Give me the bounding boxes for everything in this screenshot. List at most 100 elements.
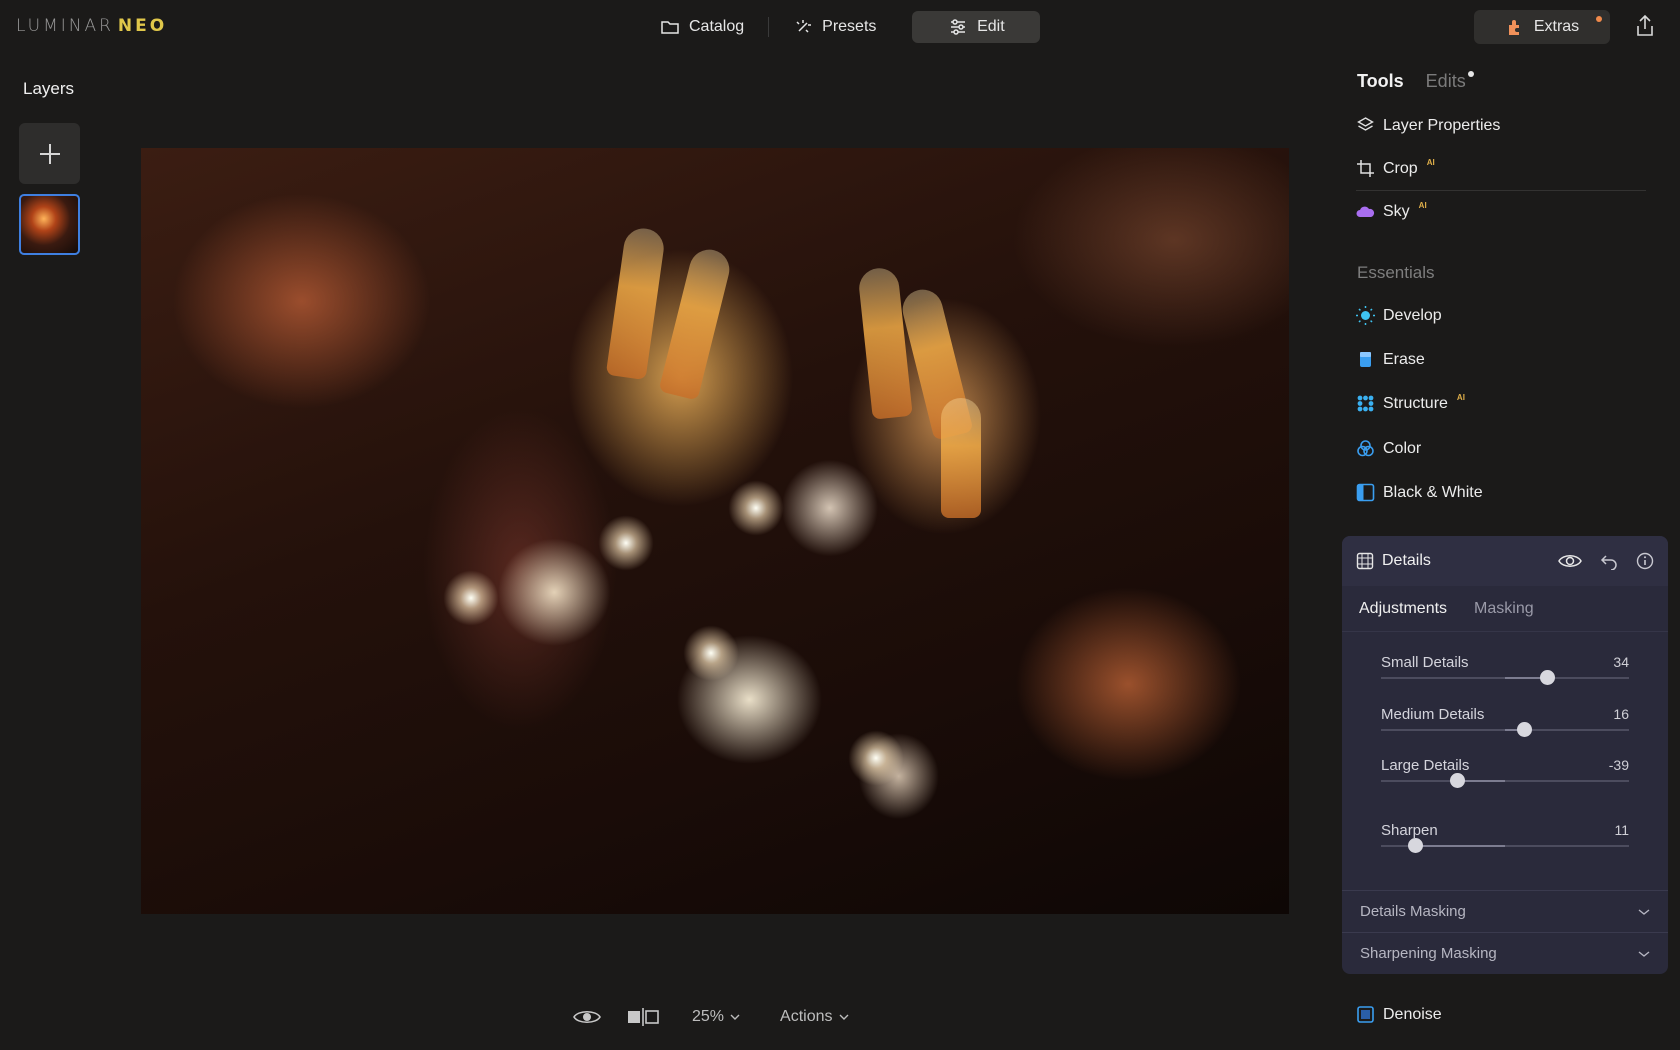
- nav-presets-button[interactable]: Presets: [769, 11, 900, 43]
- tab-edits[interactable]: Edits: [1425, 71, 1474, 92]
- visibility-eye-icon[interactable]: [1558, 553, 1582, 569]
- slider-label: Small Details: [1381, 654, 1469, 671]
- subtab-masking[interactable]: Masking: [1474, 600, 1534, 618]
- small-details-slider[interactable]: Small Details 34: [1381, 654, 1629, 685]
- tool-erase[interactable]: Erase: [1356, 350, 1425, 369]
- sparkle-wand-icon: [796, 20, 812, 33]
- nav-catalog-label: Catalog: [689, 18, 745, 35]
- tool-color[interactable]: Color: [1356, 439, 1421, 458]
- extras-label: Extras: [1533, 18, 1580, 35]
- tool-black-white[interactable]: Black & White: [1356, 483, 1483, 502]
- slider-knob[interactable]: [1517, 722, 1533, 737]
- eye-icon[interactable]: [572, 1007, 602, 1027]
- edits-indicator-dot: [1467, 71, 1474, 77]
- tool-sky[interactable]: Sky AI: [1356, 201, 1427, 221]
- actions-dropdown[interactable]: Actions: [780, 1008, 848, 1026]
- photo-element: [596, 513, 656, 573]
- slider-track[interactable]: [1381, 838, 1629, 853]
- photo-element: [658, 245, 734, 401]
- layers-icon: [1356, 116, 1375, 135]
- eraser-icon: [1356, 350, 1375, 369]
- large-details-slider[interactable]: Large Details -39: [1381, 757, 1629, 788]
- bottom-toolbar: 25% Actions: [572, 1006, 849, 1028]
- sharpen-slider[interactable]: Sharpen 11: [1381, 822, 1629, 853]
- photo-element: [941, 398, 981, 518]
- details-subtabs: Adjustments Masking: [1342, 586, 1668, 632]
- extras-notification-dot: [1596, 16, 1602, 22]
- slider-value: 16: [1613, 706, 1629, 722]
- chevron-down-icon: [1638, 908, 1650, 915]
- slider-knob[interactable]: [1408, 838, 1424, 853]
- chevron-down-icon: [730, 1014, 740, 1020]
- ai-badge: AI: [1456, 393, 1465, 402]
- slider-value: -39: [1608, 757, 1629, 773]
- tool-structure[interactable]: Structure AI: [1356, 393, 1465, 413]
- sliders-icon: [951, 19, 966, 35]
- slider-label: Large Details: [1381, 757, 1470, 774]
- photo-element: [857, 266, 913, 420]
- tab-tools[interactable]: Tools: [1357, 71, 1404, 92]
- zoom-dropdown[interactable]: 25%: [692, 1008, 740, 1026]
- nav-edit-button[interactable]: Edit: [912, 11, 1041, 43]
- reset-undo-icon[interactable]: [1600, 552, 1618, 570]
- share-icon[interactable]: [1634, 14, 1656, 38]
- sun-icon: [1356, 306, 1375, 325]
- main-nav: Catalog Presets Edit: [636, 11, 1041, 43]
- tool-develop[interactable]: Develop: [1356, 306, 1442, 325]
- slider-track[interactable]: [1381, 670, 1629, 685]
- accordion-label: Sharpening Masking: [1360, 945, 1497, 962]
- chevron-down-icon: [839, 1014, 848, 1020]
- main-photo-canvas[interactable]: [141, 148, 1289, 914]
- tool-label: Develop: [1383, 306, 1442, 324]
- bw-icon: [1356, 483, 1375, 502]
- slider-fill: [1415, 845, 1505, 847]
- sharpening-masking-accordion[interactable]: Sharpening Masking: [1342, 932, 1668, 974]
- right-panel-tabs: Tools Edits: [1357, 71, 1474, 92]
- nav-presets-label: Presets: [822, 18, 877, 35]
- compare-icon[interactable]: [626, 1007, 660, 1027]
- tool-label: Color: [1383, 439, 1422, 457]
- add-layer-button[interactable]: [19, 123, 80, 184]
- photo-element: [726, 478, 786, 538]
- details-header[interactable]: Details: [1342, 536, 1668, 586]
- tool-denoise[interactable]: Denoise: [1356, 1005, 1442, 1024]
- slider-label: Medium Details: [1381, 706, 1485, 723]
- slider-label: Sharpen: [1381, 822, 1438, 839]
- slider-knob[interactable]: [1539, 670, 1555, 685]
- details-tool-panel: Details Adjustments Masking Small Detail…: [1342, 536, 1668, 974]
- top-bar: LUMINAR NEO Catalog Presets Edit Extras: [0, 0, 1680, 54]
- tool-crop[interactable]: Crop AI: [1356, 158, 1435, 178]
- plus-icon: [39, 143, 60, 164]
- photo-element: [846, 728, 906, 788]
- tool-label: Sky: [1383, 202, 1410, 220]
- ai-badge: AI: [1418, 201, 1427, 210]
- chevron-down-icon: [1638, 950, 1650, 957]
- photo-element: [605, 225, 667, 381]
- ai-badge: AI: [1426, 158, 1435, 167]
- layers-title: Layers: [23, 79, 75, 98]
- tool-layer-properties[interactable]: Layer Properties: [1356, 116, 1500, 135]
- info-icon[interactable]: [1636, 552, 1654, 570]
- logo-text: LUMINAR: [16, 16, 114, 36]
- zoom-value: 25%: [692, 1008, 725, 1025]
- slider-knob[interactable]: [1450, 773, 1466, 788]
- slider-track[interactable]: [1381, 773, 1629, 788]
- layer-thumbnail[interactable]: [19, 194, 80, 255]
- tool-label: Structure: [1383, 394, 1448, 412]
- photo-element: [681, 623, 741, 683]
- puzzle-icon: [1508, 20, 1519, 35]
- slider-value: 11: [1614, 822, 1629, 838]
- tab-edits-label: Edits: [1425, 71, 1466, 91]
- slider-track[interactable]: [1381, 722, 1629, 737]
- details-title: Details: [1382, 552, 1431, 569]
- subtab-adjustments[interactable]: Adjustments: [1359, 600, 1447, 618]
- essentials-heading: Essentials: [1357, 263, 1435, 282]
- color-icon: [1356, 439, 1375, 458]
- slider-value: 34: [1613, 654, 1629, 670]
- grid-details-icon: [1356, 552, 1374, 570]
- details-masking-accordion[interactable]: Details Masking: [1342, 890, 1668, 932]
- tools-divider: [1356, 190, 1646, 191]
- nav-catalog-button[interactable]: Catalog: [636, 11, 768, 43]
- medium-details-slider[interactable]: Medium Details 16: [1381, 706, 1629, 737]
- extras-button[interactable]: Extras: [1474, 10, 1610, 44]
